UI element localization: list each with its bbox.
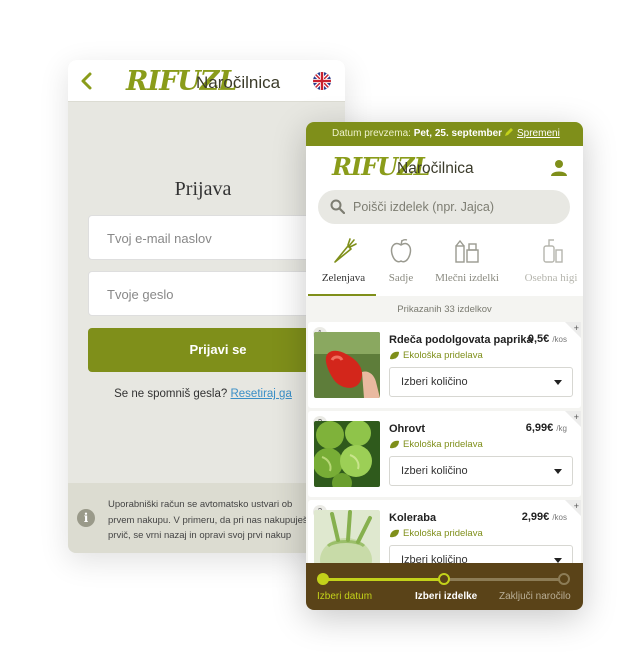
chevron-down-icon	[554, 469, 562, 474]
add-icon[interactable]: +	[565, 411, 581, 427]
tab-osebna-higiena[interactable]: Osebna higi	[516, 234, 583, 296]
product-name: Ohrovt	[389, 423, 426, 435]
search-icon	[330, 199, 346, 215]
product-name: Rdeča podolgovata paprika	[389, 334, 533, 346]
tab-label: Mlečni izdelki	[435, 272, 499, 284]
login-header: RIFUZL Naročilnica	[68, 60, 345, 102]
quantity-select[interactable]: Izberi količino	[389, 367, 573, 397]
price-unit: /kos	[552, 513, 567, 522]
pickup-label: Datum prevzema:	[332, 128, 411, 139]
login-screen: RIFUZL Naročilnica Prijava Tvoj e-mail n…	[68, 60, 345, 553]
product-name: Koleraba	[389, 512, 437, 524]
product-card: + 1 Rdeča podolgovata paprika 0,5€ /kos …	[308, 322, 581, 408]
price-value: 6,99€	[525, 422, 554, 434]
reset-password-link[interactable]: Resetiraj ga	[230, 388, 291, 400]
eco-badge: Ekološka pridelava	[389, 439, 483, 450]
info-text: Uporabniški račun se avtomatsko ustvari …	[108, 499, 308, 541]
price-unit: /kos	[552, 335, 567, 344]
shop-screen: Datum prevzema: Pet, 25. september Sprem…	[306, 122, 583, 610]
uk-flag-icon[interactable]	[313, 72, 331, 90]
app-title: Naročilnica	[196, 73, 281, 92]
carrot-icon	[333, 238, 357, 263]
tab-sadje[interactable]: Sadje	[381, 234, 421, 296]
change-date-label[interactable]: Spremeni	[517, 128, 560, 139]
product-count: Prikazanih 33 izdelkov	[397, 304, 492, 315]
chevron-down-icon	[554, 380, 562, 385]
step-select-products[interactable]: Izberi izdelke	[415, 591, 477, 602]
user-icon[interactable]	[551, 159, 567, 176]
product-card: + 2 Ohrovt 6,99€ /kg Ekološka pridelava …	[308, 411, 581, 497]
eco-label: Ekološka pridelava	[403, 528, 483, 539]
quantity-select[interactable]: Izberi količino	[389, 456, 573, 486]
price-value: 2,99€	[521, 511, 550, 523]
active-tab-underline	[308, 294, 376, 296]
step-dot-2[interactable]	[438, 573, 450, 585]
leaf-icon	[390, 529, 399, 538]
price-unit: /kg	[556, 424, 567, 433]
product-price: 6,99€ /kg	[526, 422, 567, 434]
product-price: 2,99€ /kos	[522, 511, 567, 523]
category-tabs: Zelenjava Sadje Mlečni izdelki Osebna hi…	[306, 234, 583, 296]
eco-badge: Ekološka pridelava	[389, 350, 483, 361]
quantity-select-label: Izberi količino	[401, 376, 468, 388]
stage: RIFUZL Naročilnica Prijava Tvoj e-mail n…	[0, 0, 643, 669]
add-icon[interactable]: +	[565, 322, 581, 338]
search-input[interactable]: Poišči izdelek (npr. Jajca)	[318, 190, 570, 224]
apple-icon	[390, 239, 412, 263]
eco-badge: Ekološka pridelava	[389, 528, 483, 539]
quantity-select-label: Izberi količino	[401, 465, 468, 477]
back-arrow-icon[interactable]	[76, 70, 98, 92]
pencil-icon	[505, 128, 513, 136]
info-box: i Uporabniški račun se avtomatsko ustvar…	[68, 483, 345, 553]
leaf-icon	[390, 440, 399, 449]
hygiene-icon	[543, 239, 563, 263]
pickup-bar: Datum prevzema: Pet, 25. september Sprem…	[306, 122, 583, 146]
app-title: Naročilnica	[397, 160, 474, 177]
tab-label: Zelenjava	[321, 272, 366, 284]
tab-mlecni-izdelki[interactable]: Mlečni izdelki	[431, 234, 503, 296]
info-icon: i	[77, 509, 95, 527]
product-image-paprika	[314, 332, 380, 398]
tab-zelenjava[interactable]: Zelenjava	[311, 234, 376, 296]
forgot-password-text: Se ne spomniš gesla? Resetiraj ga	[68, 388, 338, 400]
forgot-password-label: Se ne spomniš gesla?	[114, 388, 228, 400]
tab-label: Osebna higi	[524, 272, 578, 284]
step-dot-3[interactable]	[558, 573, 570, 585]
tab-label: Sadje	[388, 272, 414, 284]
add-icon[interactable]: +	[565, 500, 581, 516]
product-image-ohrovt	[314, 421, 380, 487]
product-price: 0,5€ /kos	[528, 333, 567, 345]
dairy-icon	[455, 239, 479, 263]
leaf-icon	[390, 351, 399, 360]
step-finish-order[interactable]: Zaključi naročilo	[499, 591, 571, 602]
eco-label: Ekološka pridelava	[403, 350, 483, 361]
step-dot-1[interactable]	[317, 573, 329, 585]
change-date-link[interactable]: Spremeni	[504, 122, 560, 146]
progress-fill	[323, 578, 444, 581]
pickup-date: Pet, 25. september	[413, 128, 503, 139]
checkout-progress: Izberi datum Izberi izdelke Zaključi nar…	[306, 563, 583, 610]
eco-label: Ekološka pridelava	[403, 439, 483, 450]
step-select-date[interactable]: Izberi datum	[317, 591, 372, 602]
price-value: 0,5€	[527, 333, 550, 345]
login-heading: Prijava	[174, 178, 232, 200]
